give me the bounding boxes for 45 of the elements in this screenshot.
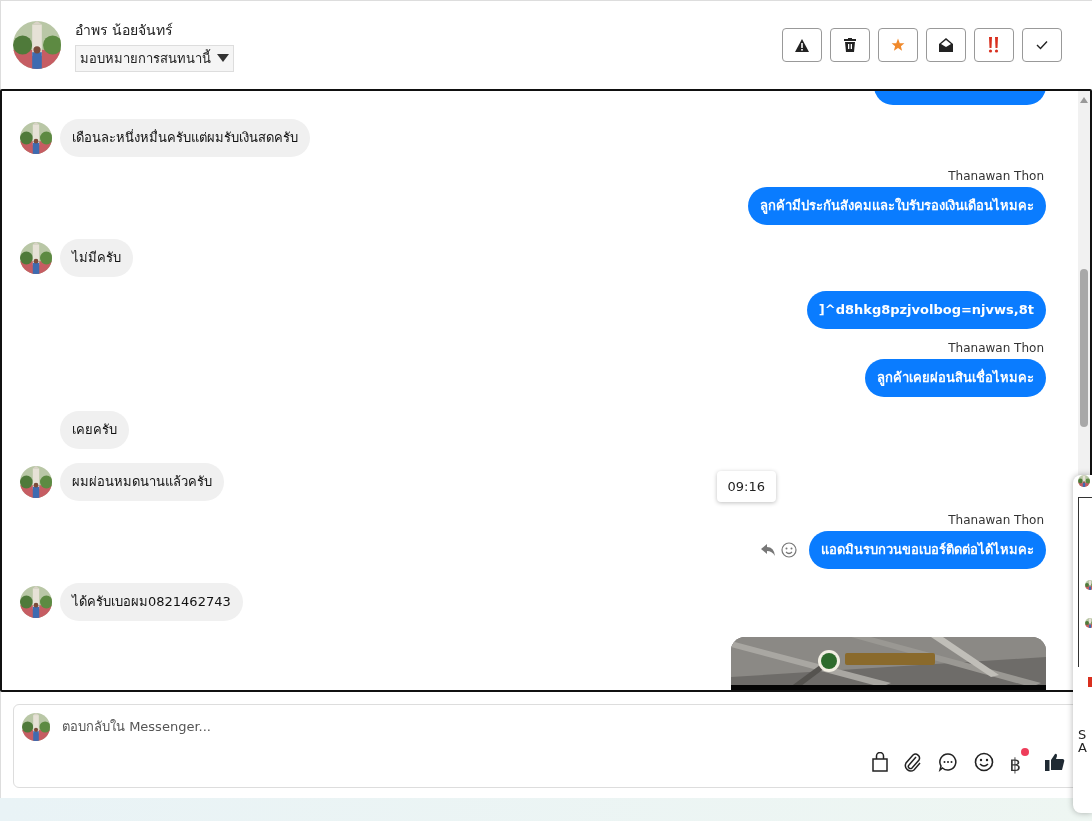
message-bubble: เคยครับ — [60, 411, 129, 449]
avatar — [20, 122, 52, 154]
contact-name: อำพร น้อยจันทร์ — [75, 20, 175, 40]
avatar — [20, 466, 52, 498]
smiley-icon[interactable] — [973, 751, 994, 772]
avatar — [1078, 475, 1090, 487]
exclamation-icon — [988, 37, 1000, 53]
avatar — [20, 586, 52, 618]
timestamp-tooltip: 09:16 — [716, 471, 776, 502]
reply-icon[interactable] — [761, 544, 775, 556]
trash-icon — [844, 38, 856, 52]
message-bubble: ลูกค้าเคยผ่อนสินเชื่อไหมคะ — [865, 359, 1046, 397]
message-bubble: ผมผ่อนหมดนานแล้วครับ — [60, 463, 224, 501]
paperclip-icon[interactable] — [903, 751, 922, 772]
message-bubble: แอดมินรบกวนขอเบอร์ติดต่อได้ไหมคะ — [809, 531, 1046, 569]
message-bubble: ได้ครับเบอผม0821462743 — [60, 583, 243, 621]
message-bubble: ลูกค้ามีประกันสังคมและใบรับรองเงินเดือนไหมคะ — [748, 187, 1046, 225]
chat-bubble-icon[interactable] — [937, 751, 958, 772]
avatar — [22, 713, 50, 741]
message-bubble: เดือนละหนึ่งหมื่นครับแต่ผมรับเงินสดครับ — [60, 119, 310, 157]
shopping-bag-icon[interactable] — [871, 751, 888, 772]
warning-button[interactable] — [782, 28, 822, 62]
assign-dropdown[interactable]: มอบหมายการสนทนานี้ — [75, 44, 234, 72]
avatar — [1085, 580, 1092, 590]
check-icon — [1036, 40, 1048, 50]
sender-name: Thanawan Thon — [948, 513, 1044, 527]
thumbs-up-icon[interactable] — [1045, 752, 1065, 771]
envelope-icon — [939, 38, 953, 52]
panel-text: A — [1078, 740, 1087, 755]
warning-icon — [795, 38, 809, 52]
sender-name: Thanawan Thon — [948, 169, 1044, 183]
message-bubble: ]^d8hkg8pzjvolbog=njvws,8t — [806, 291, 1046, 329]
avatar — [13, 21, 61, 69]
avatar — [1085, 618, 1092, 628]
check-button[interactable] — [1022, 28, 1062, 62]
sender-name: Thanawan Thon — [948, 341, 1044, 355]
panel-text: S — [1078, 727, 1087, 742]
open-mail-button[interactable] — [926, 28, 966, 62]
message-bubble: ไม่มีครับ — [60, 239, 133, 277]
baht-button[interactable]: ฿ — [1009, 748, 1029, 775]
avatar — [20, 242, 52, 274]
star-button[interactable] — [878, 28, 918, 62]
trash-button[interactable] — [830, 28, 870, 62]
star-icon — [891, 38, 905, 52]
urgent-button[interactable] — [974, 28, 1014, 62]
